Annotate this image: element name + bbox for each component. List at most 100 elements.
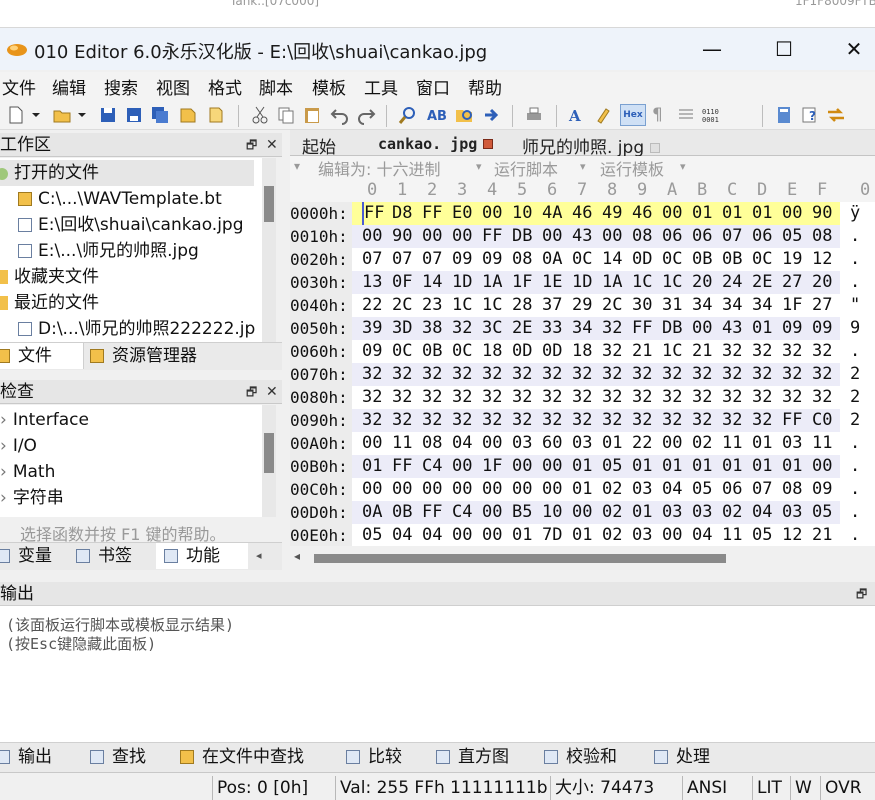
- tab-checksum[interactable]: 校验和: [544, 744, 617, 770]
- chevron-down-icon[interactable]: [76, 105, 88, 125]
- hex-row[interactable]: 0000h: FF D8 FF E0 00 10 4A 46 49 46 00 01 01 01 00 90 ÿ: [290, 202, 875, 225]
- hex-byte[interactable]: 43: [572, 225, 592, 248]
- pin-icon[interactable]: 🗗: [246, 380, 257, 404]
- hex-byte[interactable]: 0C: [662, 248, 682, 271]
- hex-byte[interactable]: 06: [722, 478, 742, 501]
- hex-byte[interactable]: 11: [722, 432, 742, 455]
- hex-byte[interactable]: 24: [722, 271, 742, 294]
- hex-byte[interactable]: 02: [602, 478, 622, 501]
- hex-row[interactable]: 0040h: 22 2C 23 1C 1C 28 37 29 2C 30 31 34 34 34 1F 27 ": [290, 294, 875, 317]
- hex-byte[interactable]: 09: [482, 248, 502, 271]
- hex-byte[interactable]: 32: [542, 409, 562, 432]
- hex-byte[interactable]: 32: [662, 409, 682, 432]
- hex-byte[interactable]: 46: [632, 202, 652, 225]
- hex-row[interactable]: 0010h: 00 90 00 00 FF DB 00 43 00 08 06 06 07 06 05 08.: [290, 225, 875, 248]
- tab-scroll-left-icon[interactable]: ◂: [256, 543, 262, 569]
- hex-byte[interactable]: 00: [482, 524, 502, 546]
- hex-row[interactable]: 00D0h: 0A 0B FF C4 00 B5 10 00 02 01 03 03 02 04 03 05.: [290, 501, 875, 524]
- hex-byte[interactable]: C0: [812, 409, 832, 432]
- hex-byte[interactable]: 03: [632, 478, 652, 501]
- hex-byte[interactable]: 05: [782, 225, 802, 248]
- hex-byte[interactable]: 1A: [602, 271, 622, 294]
- hex-byte[interactable]: 39: [362, 317, 382, 340]
- hex-byte[interactable]: 32: [542, 386, 562, 409]
- section-favorites[interactable]: 收藏夹文件: [0, 264, 99, 290]
- hex-byte[interactable]: 00: [482, 501, 502, 524]
- hex-byte[interactable]: 07: [422, 248, 442, 271]
- hex-byte[interactable]: 05: [812, 501, 832, 524]
- hex-byte[interactable]: 00: [362, 478, 382, 501]
- hex-byte[interactable]: 10: [542, 501, 562, 524]
- hex-byte[interactable]: 33: [542, 317, 562, 340]
- hex-byte[interactable]: 20: [692, 271, 712, 294]
- hex-byte[interactable]: 01: [692, 455, 712, 478]
- hex-row[interactable]: 0050h: 39 3D 38 32 3C 2E 33 34 32 FF DB 00 43 01 09 09 9: [290, 317, 875, 340]
- hex-byte[interactable]: 32: [362, 363, 382, 386]
- hex-byte[interactable]: 1C: [662, 271, 682, 294]
- status-writable[interactable]: W: [790, 776, 812, 800]
- hex-byte[interactable]: 00: [482, 202, 502, 225]
- hex-byte[interactable]: 46: [572, 202, 592, 225]
- hex-byte[interactable]: 04: [422, 524, 442, 546]
- hex-byte[interactable]: 1E: [542, 271, 562, 294]
- save-all-icon[interactable]: [150, 105, 170, 125]
- hex-byte[interactable]: 32: [692, 409, 712, 432]
- menu-help[interactable]: 帮助: [468, 74, 502, 99]
- maximize-button[interactable]: ☐: [764, 36, 804, 62]
- ascii-char[interactable]: .: [850, 225, 860, 248]
- hex-byte[interactable]: 00: [362, 225, 382, 248]
- hex-byte[interactable]: 32: [422, 386, 442, 409]
- hex-byte[interactable]: 4A: [542, 202, 562, 225]
- hex-byte[interactable]: 34: [752, 294, 772, 317]
- hex-byte[interactable]: 00: [662, 432, 682, 455]
- hex-byte[interactable]: D8: [392, 202, 412, 225]
- hex-byte[interactable]: 32: [782, 340, 802, 363]
- tree-item-io[interactable]: › I/O: [0, 433, 37, 459]
- hex-byte[interactable]: 14: [602, 248, 622, 271]
- hex-byte[interactable]: 01: [752, 202, 772, 225]
- hex-byte[interactable]: 01: [572, 478, 592, 501]
- documents-icon[interactable]: [206, 105, 226, 125]
- open-file-item[interactable]: C:\...\WAVTemplate.bt: [18, 186, 222, 212]
- hex-byte[interactable]: FF: [782, 409, 802, 432]
- hex-byte[interactable]: 2E: [752, 271, 772, 294]
- hex-row[interactable]: 0030h: 13 0F 14 1D 1A 1F 1E 1D 1A 1C 1C 20 24 2E 27 20.: [290, 271, 875, 294]
- open-file-item[interactable]: E:\...\师兄的帅照.jpg: [18, 238, 199, 264]
- hex-byte[interactable]: 00: [572, 501, 592, 524]
- close-tab-icon[interactable]: [650, 143, 661, 153]
- hex-byte[interactable]: 06: [752, 225, 772, 248]
- expand-icon[interactable]: ›: [0, 462, 7, 482]
- hex-byte[interactable]: 0B: [692, 248, 712, 271]
- tab-process[interactable]: 处理: [654, 744, 710, 770]
- hex-byte[interactable]: 1D: [572, 271, 592, 294]
- hex-byte[interactable]: 06: [662, 225, 682, 248]
- hex-byte[interactable]: 02: [602, 501, 622, 524]
- hex-byte[interactable]: 08: [782, 478, 802, 501]
- hex-byte[interactable]: 01: [722, 455, 742, 478]
- hex-byte[interactable]: 00: [602, 225, 622, 248]
- hex-byte[interactable]: 32: [782, 386, 802, 409]
- open-folder-icon[interactable]: [52, 105, 72, 125]
- hex-byte[interactable]: 32: [392, 363, 412, 386]
- status-encoding[interactable]: ANSI: [682, 776, 727, 800]
- hex-byte[interactable]: DB: [662, 317, 682, 340]
- hex-byte[interactable]: 34: [722, 294, 742, 317]
- hex-byte[interactable]: 32: [482, 386, 502, 409]
- highlight-icon[interactable]: [594, 105, 614, 125]
- menu-search[interactable]: 搜索: [104, 74, 138, 99]
- hex-mode-icon[interactable]: Hex: [620, 104, 646, 126]
- hex-byte[interactable]: 32: [632, 409, 652, 432]
- hex-byte[interactable]: 32: [812, 340, 832, 363]
- hex-byte[interactable]: 22: [632, 432, 652, 455]
- cut-icon[interactable]: [250, 105, 270, 125]
- print-icon[interactable]: [524, 105, 544, 125]
- hex-byte[interactable]: 09: [812, 478, 832, 501]
- hex-byte[interactable]: 07: [362, 248, 382, 271]
- hex-byte[interactable]: 0D: [512, 340, 532, 363]
- hex-row[interactable]: 00C0h: 00 00 00 00 00 00 00 01 02 03 04 05 06 07 08 09.: [290, 478, 875, 501]
- hex-row[interactable]: 0070h: 32 32 32 32 32 32 32 32 32 32 32 32 32 32 32 32 2: [290, 363, 875, 386]
- hex-byte[interactable]: C4: [452, 501, 472, 524]
- hex-byte[interactable]: 43: [722, 317, 742, 340]
- hex-byte[interactable]: 1F: [512, 271, 532, 294]
- hex-byte[interactable]: 22: [362, 294, 382, 317]
